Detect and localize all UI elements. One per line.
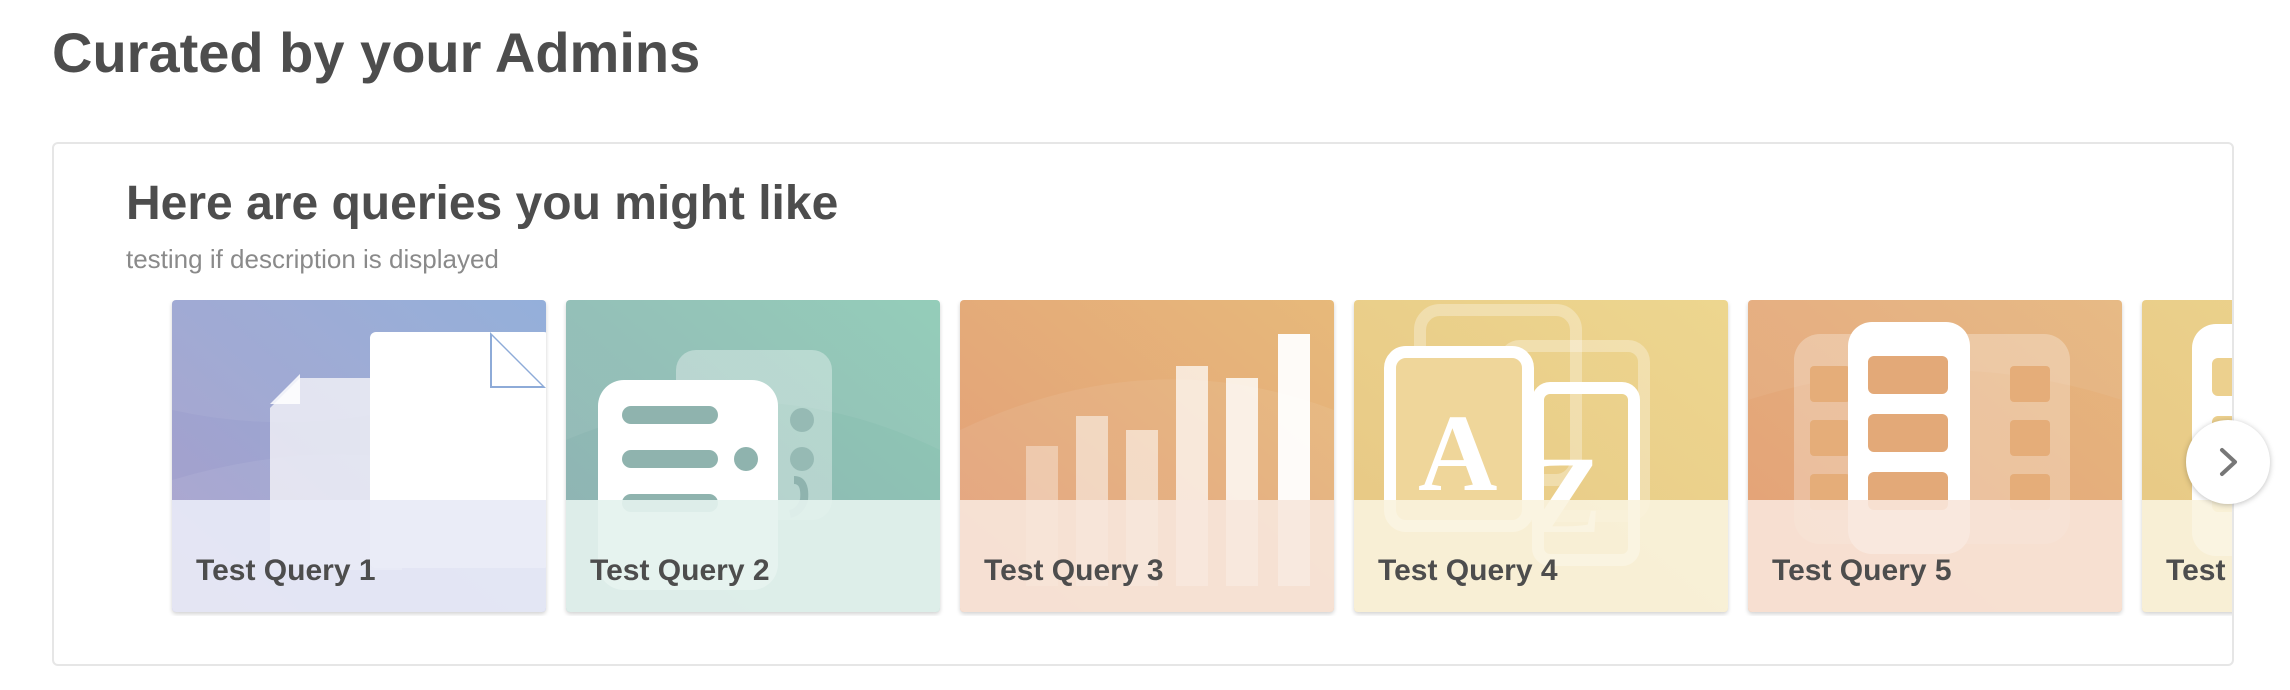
query-card-2[interactable]: Test Query 2: [566, 300, 940, 612]
curated-queries-panel: Here are queries you might like testing …: [52, 142, 2234, 666]
card-title: Test Query 3: [984, 554, 1164, 587]
card-label-bar: Test Query 3: [960, 500, 1334, 612]
card-title: Test Query 2: [590, 554, 770, 587]
query-card-1[interactable]: Test Query 1: [172, 300, 546, 612]
carousel-next-button[interactable]: [2186, 420, 2270, 504]
card-label-bar: Test Query 2: [566, 500, 940, 612]
card-title: Test Query 1: [196, 554, 376, 587]
query-card-3[interactable]: Test Query 3: [960, 300, 1334, 612]
card-title: Test Query 5: [1772, 554, 1952, 587]
panel-description: testing if description is displayed: [126, 244, 499, 274]
card-label-bar: Test Query 1: [172, 500, 546, 612]
panel-title: Here are queries you might like: [126, 177, 839, 230]
page-title: Curated by your Admins: [52, 21, 701, 84]
chevron-right-icon: [2220, 448, 2237, 476]
card-title: Test Query 6: [2166, 554, 2232, 587]
card-label-bar: Test Query 4: [1354, 500, 1728, 612]
query-card-5[interactable]: Test Query 5: [1748, 300, 2122, 612]
card-label-bar: Test Query 6: [2142, 500, 2232, 612]
svg-text:A: A: [1418, 392, 1497, 514]
card-label-bar: Test Query 5: [1748, 500, 2122, 612]
query-carousel: Test Query 1 Test Query 2 Test Query 3 A…: [120, 300, 2232, 616]
query-card-4[interactable]: A Z Test Query 4: [1354, 300, 1728, 612]
card-title: Test Query 4: [1378, 554, 1558, 587]
